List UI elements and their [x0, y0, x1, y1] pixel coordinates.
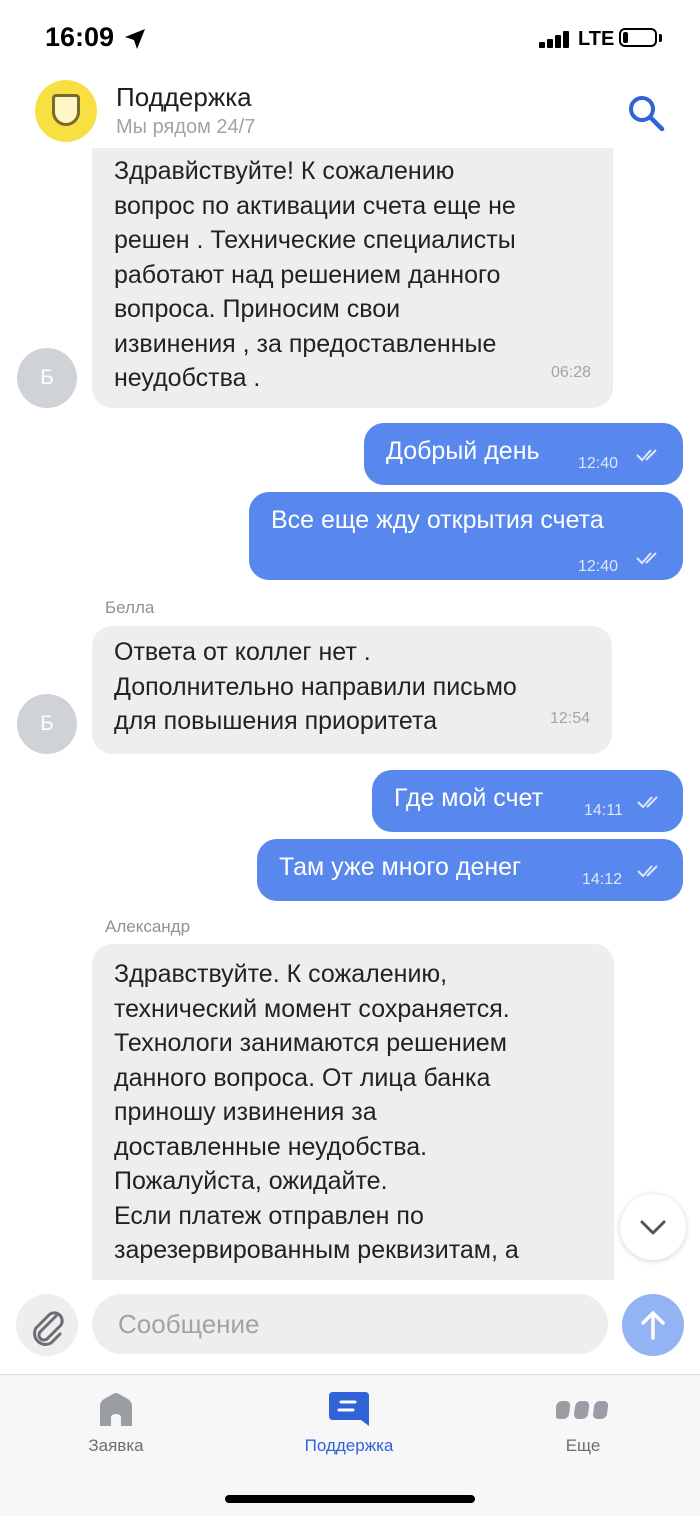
arrow-up-icon: [641, 1311, 665, 1340]
home-icon: [100, 1393, 132, 1426]
message-line: технический момент сохраняется.: [114, 994, 510, 1023]
battery-tip: [659, 34, 662, 42]
sender-name: Белла: [105, 598, 155, 617]
chevron-down-icon: [640, 1220, 666, 1235]
message-line: данного вопроса. От лица банка: [114, 1063, 491, 1092]
send-button[interactable]: [622, 1294, 684, 1356]
network-type: LTE: [578, 28, 615, 50]
message-line: доставленные неудобства.: [114, 1132, 428, 1161]
message-time: 06:28: [550, 363, 591, 381]
read-checkmarks-icon: [637, 865, 658, 878]
message-line: Пожалуйста, ожидайте.: [114, 1167, 388, 1195]
message-line: Здравствуйте. К сожалению,: [114, 960, 448, 988]
message-line: неудобства .: [114, 364, 261, 392]
outgoing-message[interactable]: Все еще жду открытия счета 12:40: [249, 492, 683, 580]
home-indicator: [225, 1495, 475, 1503]
tab-more[interactable]: Еще: [503, 1388, 663, 1458]
outgoing-message[interactable]: Добрый день 12:40: [364, 423, 683, 485]
message-line: для повышения приоритета: [114, 707, 438, 735]
paperclip-icon: [33, 1311, 64, 1346]
battery-icon: [619, 28, 657, 47]
message-text: Где мой счет: [394, 784, 544, 812]
message-line: Ответа от коллег нет .: [114, 638, 371, 666]
more-icon: [556, 1401, 609, 1419]
chat-icon: [329, 1392, 369, 1426]
location-arrow-icon: [125, 29, 145, 49]
read-checkmarks-icon: [637, 796, 658, 809]
message-line: извинения , за предоставленные: [114, 329, 497, 358]
read-checkmarks-icon: [636, 449, 657, 462]
message-input[interactable]: [92, 1294, 608, 1354]
message-line: Здравйствуйте! К сожалению: [114, 157, 455, 185]
message-text: Там уже много денег: [279, 853, 522, 881]
message-line: приношу извинения за: [114, 1098, 377, 1126]
incoming-message[interactable]: Ответа от коллег нет . Дополнительно нап…: [92, 626, 612, 754]
incoming-message[interactable]: Здравствуйте. К сожалению, технический м…: [92, 944, 614, 1280]
search-icon[interactable]: [626, 93, 666, 133]
message-line: зарезервированным реквизитам, а: [114, 1236, 519, 1264]
message-line: Дополнительно направили письмо: [114, 672, 517, 701]
tab-label: Заявка: [88, 1436, 144, 1455]
message-line: вопрос по активации счета еще не: [114, 191, 516, 220]
status-time: 16:09: [45, 22, 115, 52]
outgoing-message[interactable]: Там уже много денег 14:12: [257, 839, 683, 901]
message-line: вопроса. Приносим свои: [114, 295, 401, 323]
outgoing-message[interactable]: Где мой счет 14:11: [372, 770, 683, 832]
tab-support[interactable]: Поддержка: [269, 1388, 429, 1458]
message-time: 12:40: [578, 455, 619, 472]
scroll-to-bottom-button[interactable]: [620, 1194, 686, 1260]
message-time: 12:40: [578, 558, 619, 575]
signal-icon: [539, 31, 571, 48]
chat-subtitle: Мы рядом 24/7: [116, 116, 256, 138]
message-line: решен . Технические специалисты: [114, 226, 516, 254]
message-line: работают над решением данного: [114, 260, 501, 289]
tab-label: Поддержка: [304, 1436, 394, 1455]
sender-name: Александр: [105, 917, 191, 936]
message-time: 14:12: [582, 871, 623, 888]
message-line: Технологи занимаются решением: [114, 1029, 507, 1057]
message-line: Если платеж отправлен по: [114, 1201, 424, 1230]
agent-avatar[interactable]: Б: [17, 694, 77, 754]
incoming-message[interactable]: Здравйствуйте! К сожалению вопрос по акт…: [92, 148, 613, 408]
tab-label: Еще: [565, 1436, 601, 1455]
chat-title: Поддержка: [116, 82, 252, 112]
tab-request[interactable]: Заявка: [36, 1388, 196, 1458]
read-checkmarks-icon: [636, 552, 657, 565]
message-text: Все еще жду открытия счета: [271, 506, 604, 534]
bank-logo: [35, 80, 97, 142]
shield-icon: [52, 94, 80, 126]
message-text: Добрый день: [386, 437, 540, 465]
agent-avatar[interactable]: Б: [17, 348, 77, 408]
attach-button[interactable]: [16, 1294, 78, 1356]
message-time: 12:54: [549, 709, 590, 727]
message-time: 14:11: [584, 802, 623, 819]
